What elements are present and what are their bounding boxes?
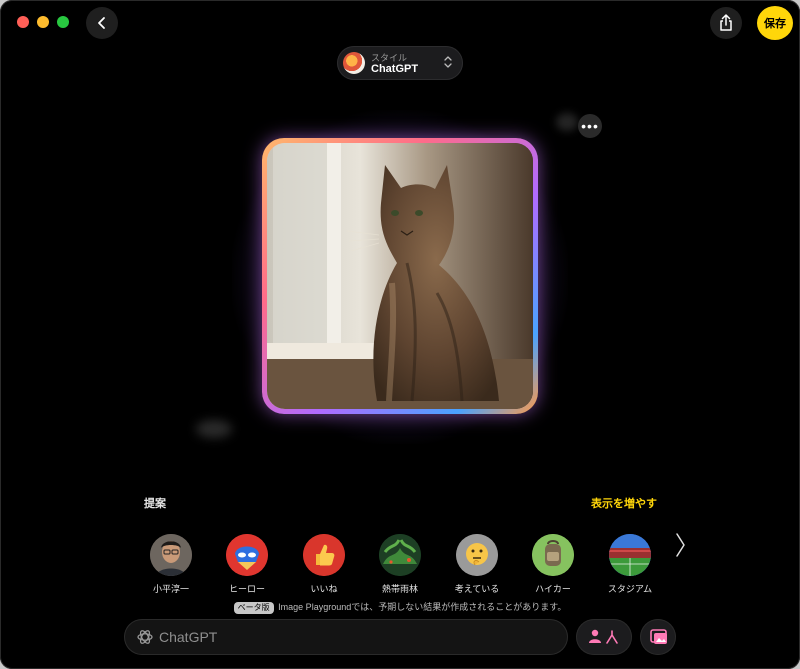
show-more-link[interactable]: 表示を増やす: [591, 495, 657, 511]
app-window: 保存 スタイル ChatGPT ••• 提案 表示を増やす 小平淳一 ヒーロー …: [0, 0, 800, 669]
ellipsis-icon: •••: [581, 118, 599, 134]
suggestions-heading: 提案: [144, 498, 166, 510]
chevron-right-icon[interactable]: [673, 531, 687, 559]
cat-illustration: [267, 143, 533, 409]
suggestion-item-hiker[interactable]: ハイカー: [518, 534, 588, 595]
disclaimer-text: Image Playgroundでは、予期しない結果が作成されることがあります。: [278, 602, 567, 612]
suggestion-label: 熱帯雨林: [381, 584, 418, 594]
suggestion-label: ハイカー: [535, 584, 571, 594]
background-blur: [196, 420, 232, 438]
style-picker[interactable]: スタイル ChatGPT: [337, 46, 463, 80]
suggestion-label: ヒーロー: [228, 584, 265, 594]
suggestion-label: 考えている: [454, 584, 500, 594]
prompt-placeholder: ChatGPT: [159, 629, 218, 645]
save-button[interactable]: 保存: [757, 6, 793, 40]
close-window-button[interactable]: [17, 16, 29, 28]
share-button[interactable]: [710, 7, 742, 39]
photo-library-button[interactable]: [640, 619, 676, 655]
thinking-face-icon: [456, 534, 498, 576]
chevron-left-icon: [98, 17, 105, 29]
thumbs-up-icon: [303, 534, 345, 576]
suggestion-item-hero[interactable]: ヒーロー: [212, 534, 282, 595]
suggestion-item-stadium[interactable]: スタジアム: [595, 534, 665, 595]
zoom-window-button[interactable]: [57, 16, 69, 28]
style-picker-value: ChatGPT: [371, 63, 419, 75]
hero-mask-icon: [226, 534, 268, 576]
chatgpt-logo-icon: [137, 630, 153, 644]
people-button[interactable]: [576, 619, 632, 655]
generated-image[interactable]: [262, 138, 538, 414]
person-icon: [589, 629, 618, 644]
suggestion-label: スタジアム: [607, 584, 653, 594]
suggestion-label: いいね: [310, 584, 338, 594]
cat-image: [267, 143, 533, 409]
rainforest-icon: [379, 534, 421, 576]
suggestion-item-like[interactable]: いいね: [289, 534, 359, 595]
beta-badge: ベータ版: [233, 602, 274, 614]
minimize-window-button[interactable]: [37, 16, 49, 28]
person-avatar-icon: [150, 534, 192, 576]
stadium-icon: [609, 534, 651, 576]
suggestion-item-person[interactable]: 小平淳一: [136, 534, 206, 595]
more-options-button[interactable]: •••: [578, 114, 602, 138]
photo-stack-icon: [650, 629, 667, 644]
chatgpt-style-icon: [343, 52, 365, 74]
backpack-icon: [532, 534, 574, 576]
background-blur: [556, 113, 578, 131]
suggestion-label: 小平淳一: [152, 584, 189, 594]
suggestion-item-thinking[interactable]: 考えている: [442, 534, 512, 595]
share-icon: [720, 14, 732, 31]
suggestion-item-rainforest[interactable]: 熱帯雨林: [365, 534, 435, 595]
prompt-input[interactable]: ChatGPT: [124, 619, 568, 655]
back-button[interactable]: [86, 7, 118, 39]
disclaimer: ベータ版 Image Playgroundでは、予期しない結果が作成されることが…: [0, 600, 800, 614]
chevron-up-down-icon: [444, 56, 452, 68]
